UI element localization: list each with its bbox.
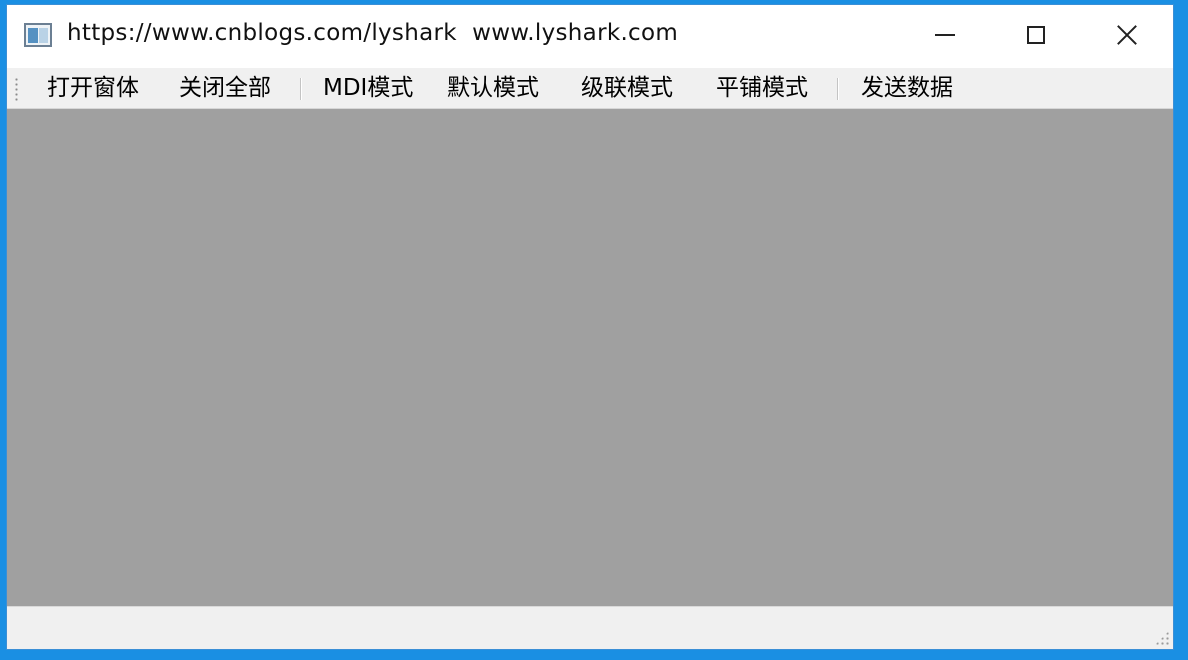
close-button[interactable] (1082, 5, 1172, 65)
toolbar-grip-icon[interactable] (15, 77, 18, 101)
status-bar (7, 606, 1173, 649)
mdi-client-area[interactable] (7, 109, 1173, 606)
send-data-button[interactable]: 发送数据 (861, 72, 953, 104)
app-window-icon (24, 23, 52, 47)
window-title: https://www.cnblogs.com/lyshark www.lysh… (67, 20, 679, 46)
maximize-icon (1027, 26, 1045, 44)
title-bar[interactable]: https://www.cnblogs.com/lyshark www.lysh… (7, 5, 1173, 68)
toolbar-separator (837, 78, 839, 100)
main-window: https://www.cnblogs.com/lyshark www.lysh… (6, 4, 1174, 650)
maximize-button[interactable] (991, 5, 1081, 65)
size-grip-icon[interactable] (1155, 631, 1169, 645)
open-form-button[interactable]: 打开窗体 (47, 72, 139, 104)
tile-mode-button[interactable]: 平铺模式 (716, 72, 808, 104)
toolbar: 打开窗体 关闭全部 MDI模式 默认模式 级联模式 平铺模式 发送数据 (7, 68, 1173, 109)
toolbar-separator (300, 78, 302, 100)
minimize-icon (935, 34, 955, 36)
mdi-mode-button[interactable]: MDI模式 (323, 72, 413, 104)
default-mode-button[interactable]: 默认模式 (447, 72, 539, 104)
cascade-mode-button[interactable]: 级联模式 (581, 72, 673, 104)
close-icon (1116, 24, 1138, 46)
minimize-button[interactable] (900, 5, 990, 65)
close-all-button[interactable]: 关闭全部 (179, 72, 271, 104)
